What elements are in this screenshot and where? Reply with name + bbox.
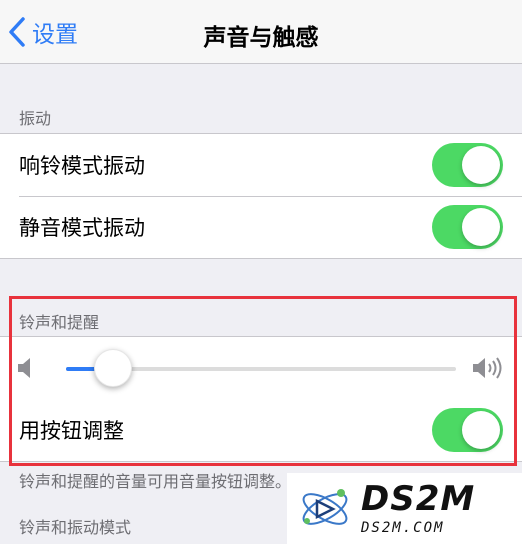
silent-mode-vibration-label: 静音模式振动 (19, 216, 145, 240)
ring-mode-vibration-label: 响铃模式振动 (19, 154, 145, 178)
watermark-logo-icon (302, 488, 348, 525)
section-header-vibration: 振动 (19, 109, 52, 128)
watermark-brand: DS2M (361, 478, 476, 519)
toggle-knob (462, 208, 500, 246)
watermark-domain: DS2M.COM (361, 519, 445, 536)
silent-mode-vibration-toggle[interactable] (432, 205, 503, 249)
ring-mode-vibration-toggle[interactable] (432, 143, 503, 187)
toggle-knob (462, 146, 500, 184)
section-header-ringtone-vibration: 铃声和振动模式 (19, 518, 132, 537)
nav-bar: 设置 声音与触感 (0, 0, 522, 64)
silent-mode-vibration-row: 静音模式振动 (0, 196, 522, 258)
ring-mode-vibration-row: 响铃模式振动 (0, 134, 522, 196)
highlight-box (9, 296, 517, 466)
ringer-footer-note: 铃声和提醒的音量可用音量按钮调整。 (19, 472, 292, 491)
watermark: DS2M DS2M.COM (287, 473, 522, 544)
vibration-group: 响铃模式振动 静音模式振动 (0, 133, 522, 259)
page-title: 声音与触感 (203, 25, 319, 51)
